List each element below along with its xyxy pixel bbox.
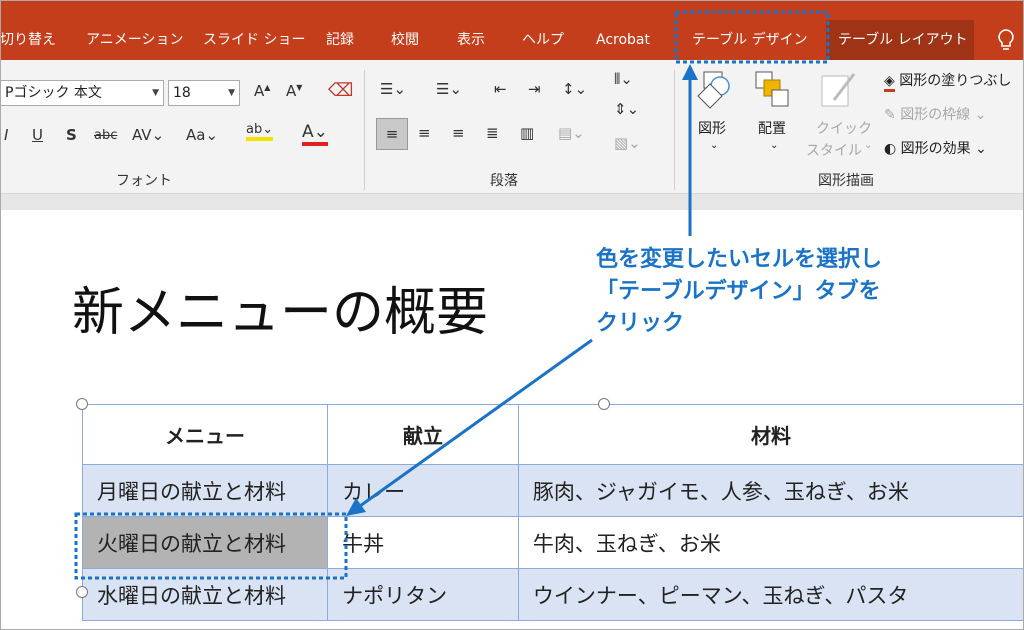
table-row: 月曜日の献立と材料 カレー 豚肉、ジャガイモ、人参、玉ねぎ、お米 [81,464,1024,517]
numbering-icon[interactable]: ☰⌄ [436,80,462,98]
table-cell[interactable]: 月曜日の献立と材料 [81,464,329,517]
resize-handle[interactable] [76,398,88,410]
chevron-down-icon[interactable]: ⌄ [710,140,718,151]
arrange-icon[interactable] [752,70,792,110]
font-size-value: 18 [173,85,191,101]
table-row: 水曜日の献立と材料 ナポリタン ウインナー、ピーマン、玉ねぎ、パスタ [81,568,1024,621]
pencil-icon: ✎ [884,107,896,123]
shape-outline-label: 図形の枠線 [900,107,971,123]
chevron-down-icon[interactable]: ▼ [152,81,159,105]
effects-icon: ◐ [884,141,897,157]
decrease-indent-icon[interactable]: ⇤ [494,80,507,98]
underline-button[interactable]: U [32,126,43,144]
font-name-value: Pゴシック 本文 [5,85,102,101]
grow-font-button[interactable]: A▲ [254,82,270,100]
table-cell[interactable]: 豚肉、ジャガイモ、人参、玉ねぎ、お米 [517,464,1024,517]
chevron-down-icon[interactable]: ⌄ [864,140,872,151]
table-header[interactable]: 材料 [517,404,1024,465]
quick-styles-label-2[interactable]: スタイル [806,140,862,160]
align-text-icon[interactable]: ⇕⌄ [614,100,639,118]
shapes-icon[interactable] [694,70,734,110]
strikethrough-button[interactable]: abc [94,128,117,143]
tab-view[interactable]: 表示 [457,20,485,60]
shrink-font-button[interactable]: A▼ [286,82,302,100]
tab-acrobat[interactable]: Acrobat [596,20,650,60]
lightbulb-icon[interactable] [996,28,1016,52]
increase-indent-icon[interactable]: ⇥ [528,80,541,98]
align-right-icon[interactable]: ≡ [452,124,465,142]
tab-help[interactable]: ヘルプ [522,20,564,60]
chevron-down-icon[interactable]: ▼ [228,81,235,105]
tab-table-layout[interactable]: テーブル レイアウト [826,20,974,60]
table-cell[interactable]: カレー [327,464,519,517]
font-size-combo[interactable]: 18 ▼ [168,80,240,106]
distribute-icon[interactable]: ▥ [520,124,534,142]
highlight-icon[interactable]: ab⌄ [246,122,274,141]
char-spacing-button[interactable]: AV⌄ [132,126,164,144]
justify-icon[interactable]: ≣ [486,124,499,142]
shadow-button[interactable]: S [66,126,77,144]
shape-outline-button[interactable]: ✎ 図形の枠線 ⌄ [884,104,986,124]
instruction-callout: 色を変更したいセルを選択し 「テーブルデザイン」タブを クリック [596,247,883,336]
italic-button[interactable]: I [4,126,8,144]
clear-format-icon[interactable]: ⌫ [328,80,353,101]
table-cell[interactable]: ウインナー、ピーマン、玉ねぎ、パスタ [517,568,1024,621]
tab-animations[interactable]: アニメーション [86,20,183,60]
resize-handle[interactable] [598,398,610,410]
table-row: 火曜日の献立と材料 牛丼 牛肉、玉ねぎ、お米 [81,516,1024,569]
align-center-icon[interactable]: ≡ [418,124,431,142]
text-direction-icon[interactable]: ⫴⌄ [614,70,633,88]
quick-styles-label-1[interactable]: クイック [816,118,872,138]
table-cell[interactable]: 牛丼 [327,516,519,569]
columns-icon[interactable]: ▤⌄ [558,124,585,142]
slide-title[interactable]: 新メニューの概要 [72,270,488,345]
group-label-paragraph: 段落 [490,173,518,189]
table-header-row: メニュー 献立 材料 [81,404,1024,465]
menu-table[interactable]: メニュー 献立 材料 月曜日の献立と材料 カレー 豚肉、ジャガイモ、人参、玉ねぎ… [81,404,1024,621]
group-separator [364,70,365,190]
ribbon-tab-bar: 切り替え アニメーション スライド ショー 記録 校閲 表示 ヘルプ Acrob… [0,0,1024,60]
font-color-icon[interactable]: A⌄ [302,122,328,146]
shape-effects-button[interactable]: ◐ 図形の効果 ⌄ [884,138,987,158]
table-cell[interactable]: 水曜日の献立と材料 [81,568,329,621]
group-separator [674,70,675,190]
tab-review[interactable]: 校閲 [391,20,419,60]
group-label-font: フォント [116,173,172,189]
change-case-button[interactable]: Aa⌄ [186,126,218,144]
tab-transitions[interactable]: 切り替え [0,20,56,60]
quick-styles-icon[interactable] [820,70,860,110]
shape-effects-label: 図形の効果 [900,141,971,157]
line-spacing-icon[interactable]: ↕⌄ [562,80,587,98]
paint-bucket-icon: ◈ [884,73,895,92]
table-cell[interactable]: ナポリタン [327,568,519,621]
tab-slideshow[interactable]: スライド ショー [203,20,305,60]
smartart-icon[interactable]: ▧⌄ [614,134,641,152]
group-label-drawing: 図形描画 [818,173,874,189]
tab-record[interactable]: 記録 [326,20,354,60]
tab-table-design[interactable]: テーブル デザイン [680,20,820,60]
shape-fill-label: 図形の塗りつぶし [899,73,1012,89]
chevron-down-icon[interactable]: ⌄ [770,140,778,151]
shape-fill-button[interactable]: ◈ 図形の塗りつぶし [884,70,1012,92]
bullets-icon[interactable]: ☰⌄ [380,80,406,98]
font-name-combo[interactable]: Pゴシック 本文 ▼ [0,80,164,106]
table-cell-selected[interactable]: 火曜日の献立と材料 [81,516,329,569]
table-cell[interactable]: 牛肉、玉ねぎ、お米 [517,516,1024,569]
arrange-label[interactable]: 配置 [758,118,786,138]
resize-handle[interactable] [76,586,88,598]
shapes-label[interactable]: 図形 [698,118,726,138]
table-header[interactable]: メニュー [81,404,329,465]
ribbon: Pゴシック 本文 ▼ 18 ▼ A▲ A▼ ⌫ I U S abc AV⌄ Aa⌄ … [0,60,1024,247]
align-left-icon[interactable]: ≡ [376,118,408,150]
table-header[interactable]: 献立 [327,404,519,465]
canvas-gutter [0,194,1024,210]
